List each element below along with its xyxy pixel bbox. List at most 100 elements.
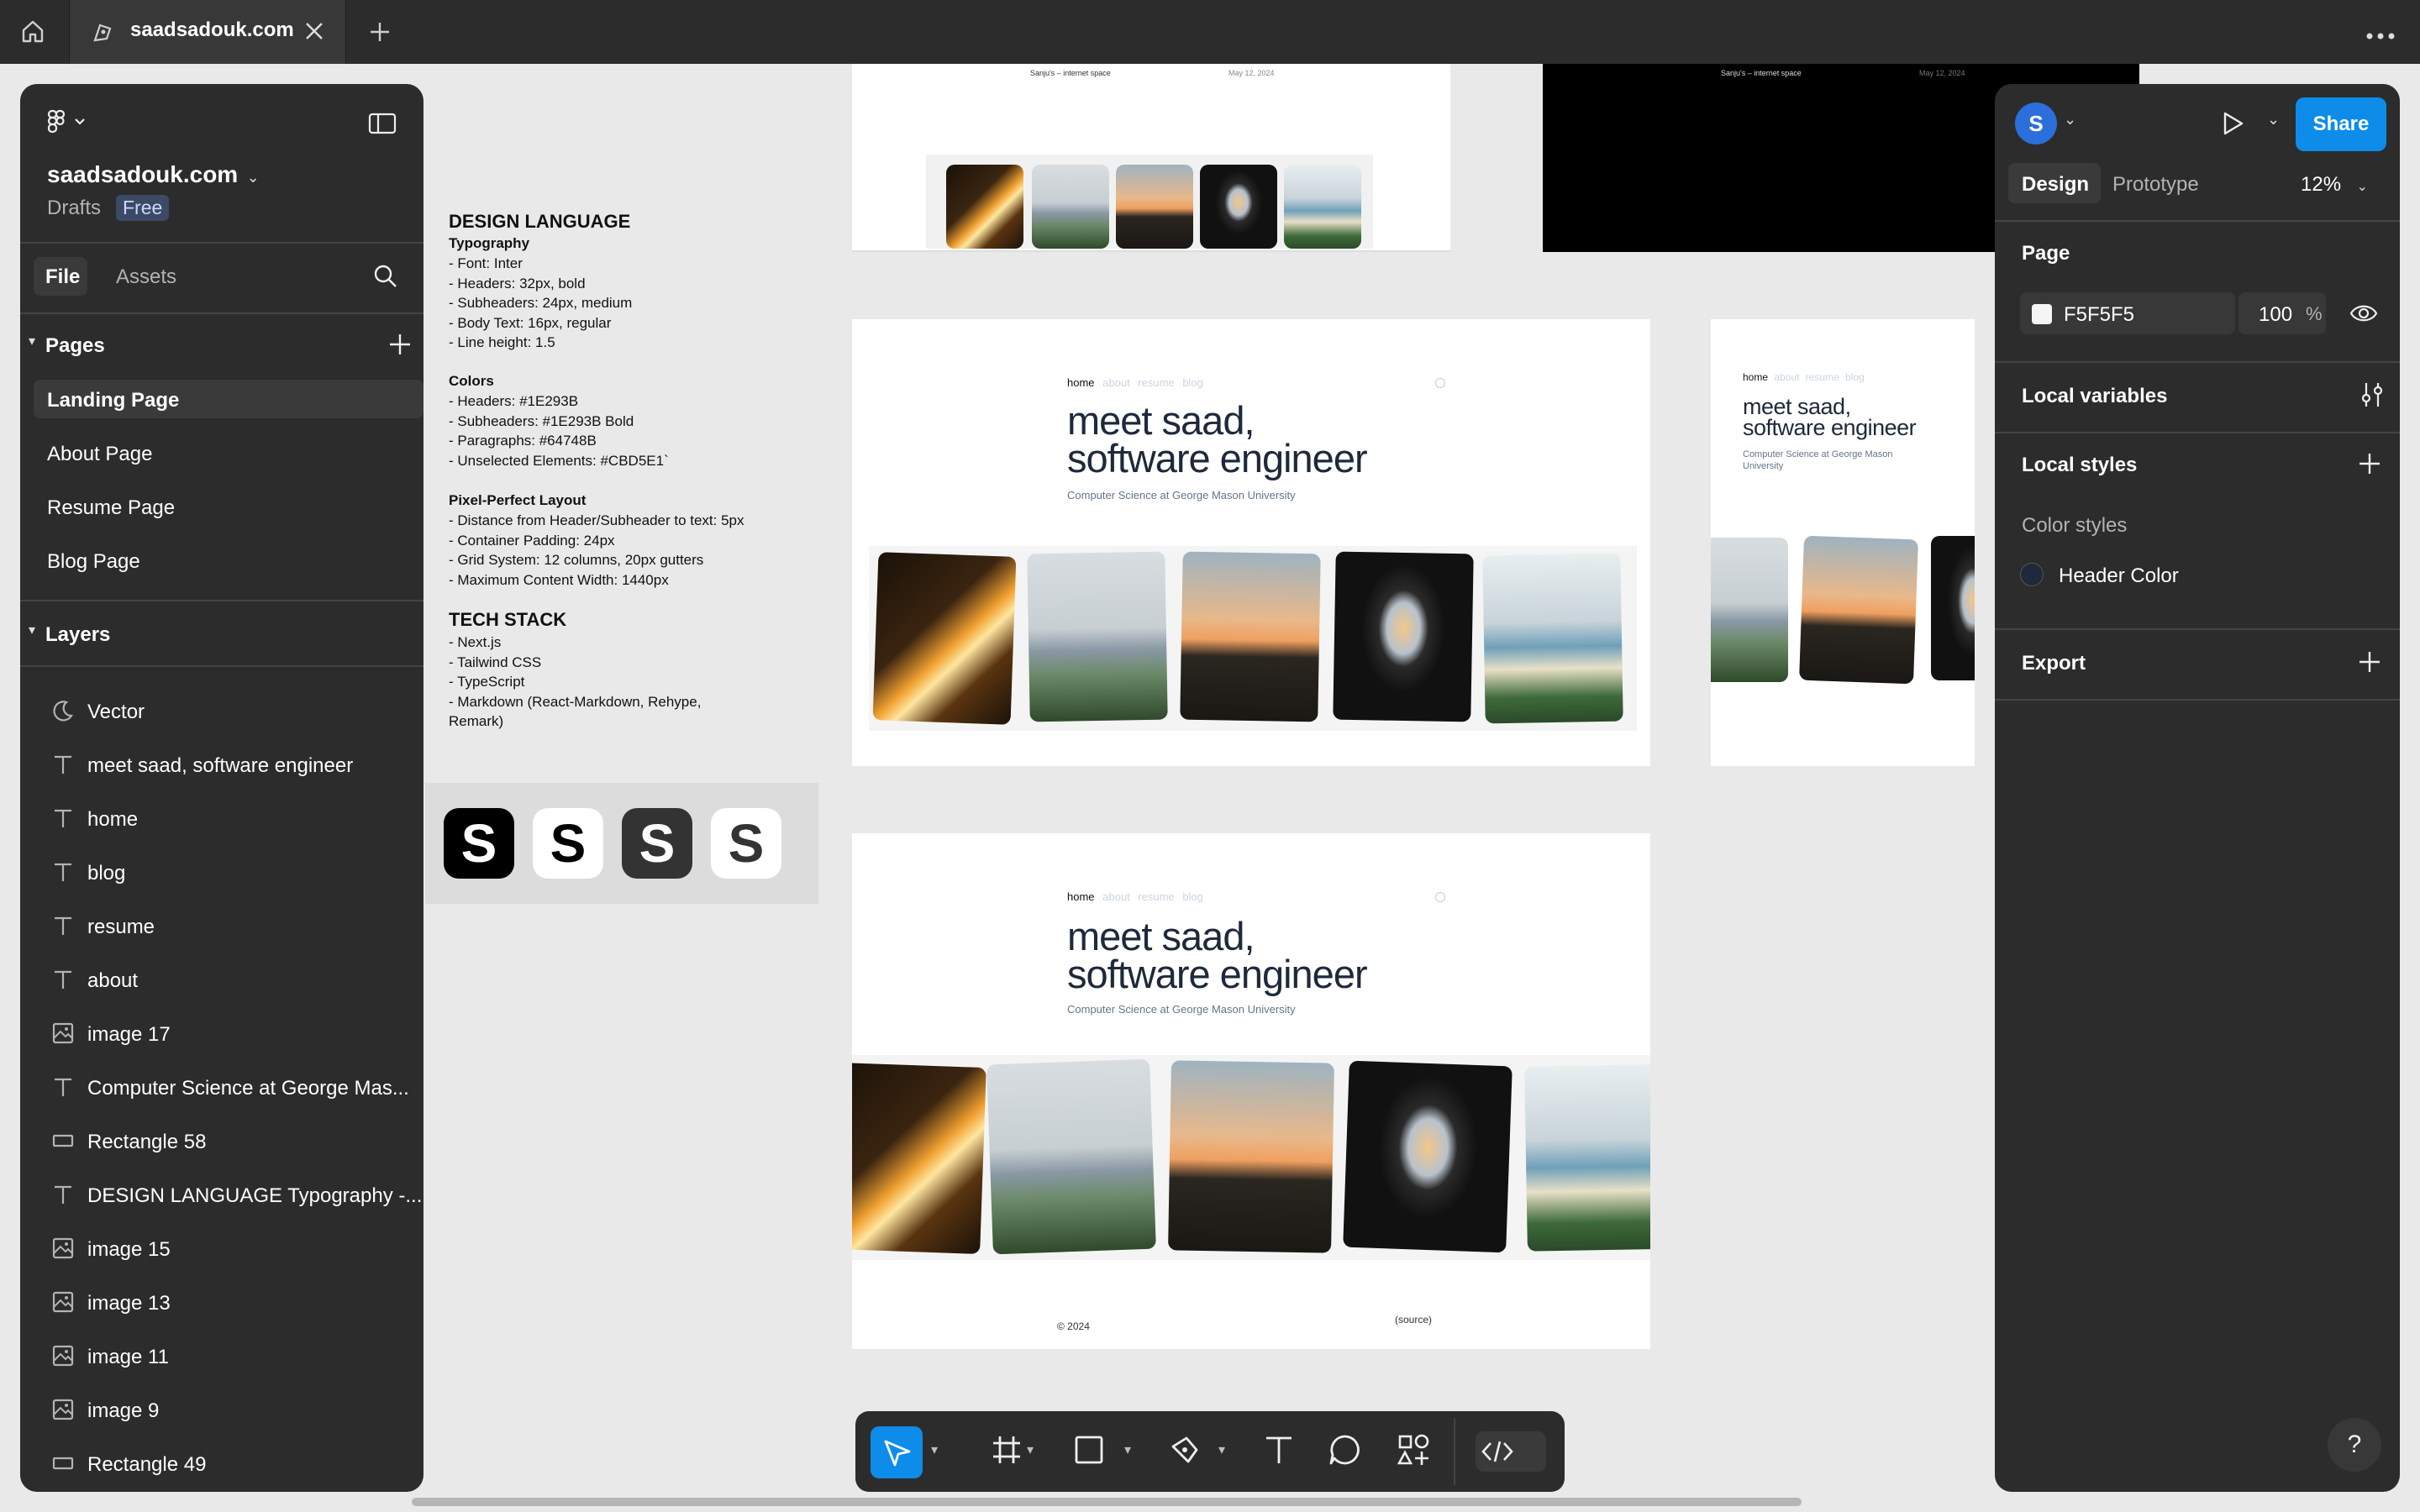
text-icon bbox=[1266, 1436, 1292, 1463]
cursor-icon bbox=[884, 1440, 911, 1467]
components-tool[interactable] bbox=[1397, 1433, 1430, 1471]
colors-title: Colors bbox=[449, 373, 494, 389]
tab-file[interactable]: File bbox=[34, 257, 87, 296]
headline-mobile: meet saad, software engineer bbox=[1743, 396, 1917, 439]
more-icon[interactable] bbox=[2366, 29, 2395, 44]
layer-item[interactable]: Rectangle 49 bbox=[20, 1438, 424, 1492]
pen-tool-chevron-icon[interactable]: ▾ bbox=[1218, 1441, 1225, 1458]
theme-toggle-icon bbox=[1435, 378, 1445, 388]
layer-item[interactable]: image 17 bbox=[20, 1008, 424, 1062]
browser-tab[interactable]: saadsadouk.com bbox=[69, 0, 346, 64]
vector-icon bbox=[50, 699, 76, 724]
zoom-dropdown[interactable]: 12% ⌄ bbox=[2301, 173, 2368, 197]
layer-item[interactable]: Rectangle 58 bbox=[20, 1116, 424, 1169]
page-opacity-field[interactable]: 100 % bbox=[2238, 292, 2326, 334]
layer-item[interactable]: image 9 bbox=[20, 1384, 424, 1438]
user-avatar[interactable]: S bbox=[2015, 102, 2057, 144]
avatar-chevron-icon[interactable]: ⌄ bbox=[2064, 111, 2076, 129]
horizontal-scrollbar[interactable] bbox=[412, 1498, 1802, 1506]
layer-item[interactable]: Vector bbox=[20, 685, 424, 739]
landing-frame-2[interactable]: home about resume blog meet saad, softwa… bbox=[852, 833, 1650, 1349]
layer-item[interactable]: home bbox=[20, 793, 424, 847]
layer-item[interactable]: resume bbox=[20, 900, 424, 954]
subtitle: Computer Science at George Mason Univers… bbox=[1067, 489, 1296, 501]
image-icon bbox=[50, 1021, 76, 1047]
layer-label: image 15 bbox=[87, 1238, 171, 1261]
footer-source: (source) bbox=[1395, 1314, 1433, 1326]
typography-lines: - Font: Inter - Headers: 32px, bold - Su… bbox=[449, 255, 633, 350]
page-item-landing[interactable]: Landing Page bbox=[34, 380, 424, 418]
chevron-down-icon: ▾ bbox=[29, 334, 36, 349]
home-icon[interactable] bbox=[20, 18, 45, 49]
layer-item[interactable]: blog bbox=[20, 847, 424, 900]
comment-tool[interactable] bbox=[1328, 1433, 1361, 1471]
layer-label: image 9 bbox=[87, 1399, 160, 1422]
local-variables-title[interactable]: Local variables bbox=[2022, 385, 2167, 408]
variables-icon[interactable] bbox=[2360, 381, 2385, 412]
pages-header[interactable]: ▾ Pages bbox=[29, 331, 415, 361]
search-icon[interactable] bbox=[373, 264, 398, 293]
left-panel: saadsadouk.com ⌄ Drafts Free File Assets… bbox=[20, 84, 424, 1492]
tab-design[interactable]: Design bbox=[2008, 163, 2101, 203]
nav-resume: resume bbox=[1138, 890, 1175, 903]
add-page-icon[interactable] bbox=[388, 333, 412, 360]
landing-frame-1[interactable]: home about resume blog meet saad, softwa… bbox=[852, 319, 1650, 766]
theme-toggle-icon bbox=[1435, 892, 1445, 902]
divider bbox=[1995, 699, 2400, 701]
sidebar-toggle-icon[interactable] bbox=[368, 113, 397, 139]
page-color-swatch[interactable] bbox=[2032, 304, 2052, 324]
image-icon bbox=[50, 1236, 76, 1262]
figma-menu-icon[interactable] bbox=[47, 109, 89, 139]
page-item-blog[interactable]: Blog Page bbox=[34, 541, 424, 580]
layer-item[interactable]: Computer Science at George Mas... bbox=[20, 1062, 424, 1116]
layer-item[interactable]: image 15 bbox=[20, 1223, 424, 1277]
move-tool[interactable] bbox=[871, 1426, 923, 1478]
components-icon bbox=[1397, 1434, 1429, 1465]
page-color-field[interactable]: F5F5F5 bbox=[2020, 292, 2235, 334]
header-color-style[interactable]: Header Color bbox=[2020, 556, 2381, 591]
close-tab-icon[interactable] bbox=[303, 20, 325, 46]
logo-variant-white: S bbox=[533, 808, 603, 879]
layer-item[interactable]: about bbox=[20, 954, 424, 1008]
photo-beach bbox=[1524, 1063, 1650, 1252]
chevron-down-icon: ⌄ bbox=[246, 169, 260, 186]
layer-item[interactable]: meet saad, software engineer bbox=[20, 739, 424, 793]
drafts-label[interactable]: Drafts bbox=[47, 197, 101, 220]
rectangle-icon bbox=[50, 1452, 76, 1477]
pen-tool[interactable] bbox=[1168, 1433, 1202, 1471]
layer-label: image 11 bbox=[87, 1346, 169, 1368]
add-export-icon[interactable] bbox=[2358, 650, 2381, 678]
new-tab-icon[interactable] bbox=[368, 20, 392, 48]
layer-item[interactable]: DESIGN LANGUAGE Typography -... bbox=[20, 1169, 424, 1223]
photo-sunset bbox=[1180, 551, 1321, 722]
rectangle-tool[interactable] bbox=[1072, 1433, 1106, 1471]
text-tool[interactable] bbox=[1262, 1433, 1296, 1471]
share-button[interactable]: Share bbox=[2296, 97, 2386, 151]
layers-header[interactable]: ▾ Layers bbox=[29, 620, 415, 650]
file-name[interactable]: saadsadouk.com ⌄ bbox=[47, 161, 260, 188]
blog-frame-light[interactable]: Sanju's – internet space May 12, 2024 bbox=[852, 64, 1450, 252]
local-styles-title: Local styles bbox=[2022, 454, 2138, 476]
eye-icon[interactable] bbox=[2349, 301, 2378, 330]
help-button[interactable]: ? bbox=[2328, 1418, 2381, 1472]
nav-blog: blog bbox=[1845, 371, 1865, 383]
add-style-icon[interactable] bbox=[2358, 452, 2381, 480]
nav-about: about bbox=[1102, 376, 1130, 389]
landing-frame-mobile[interactable]: home about resume blog meet saad, softwa… bbox=[1711, 319, 1975, 766]
dev-mode-toggle[interactable] bbox=[1476, 1431, 1546, 1472]
present-icon[interactable] bbox=[2220, 111, 2245, 140]
layer-item[interactable]: image 13 bbox=[20, 1277, 424, 1331]
page-item-resume[interactable]: Resume Page bbox=[34, 487, 424, 526]
present-chevron-icon[interactable]: ⌄ bbox=[2267, 111, 2280, 129]
divider bbox=[20, 600, 424, 601]
layer-item[interactable]: image 11 bbox=[20, 1331, 424, 1384]
export-title[interactable]: Export bbox=[2022, 652, 2086, 675]
page-item-about[interactable]: About Page bbox=[34, 433, 424, 472]
nav-about: about bbox=[1102, 890, 1130, 903]
rectangle-tool-chevron-icon[interactable]: ▾ bbox=[1124, 1441, 1131, 1458]
divider bbox=[20, 242, 424, 244]
frame-tool[interactable] bbox=[990, 1433, 1023, 1471]
divider bbox=[1995, 628, 2400, 630]
move-tool-chevron-icon[interactable]: ▾ bbox=[931, 1441, 938, 1458]
frame-tool-chevron-icon[interactable]: ▾ bbox=[1027, 1441, 1034, 1458]
